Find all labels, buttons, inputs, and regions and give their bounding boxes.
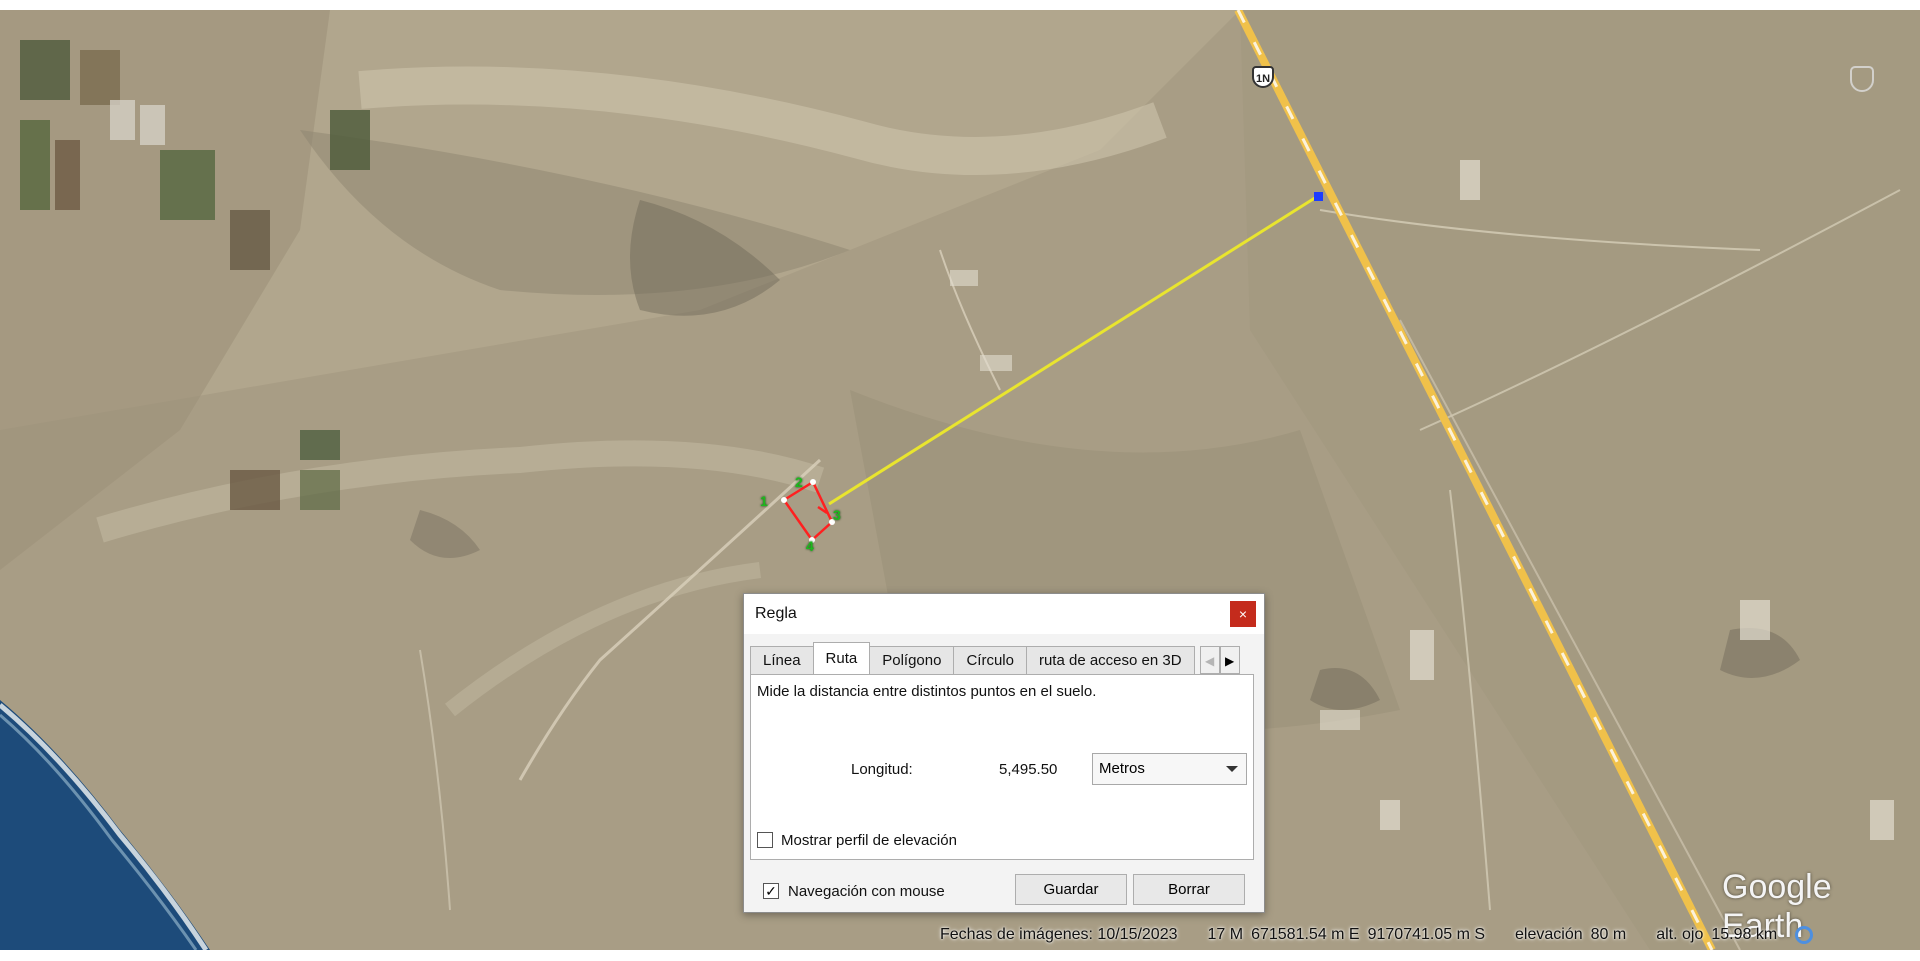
route-point-label: 1 bbox=[760, 493, 768, 509]
route-point-label: 4 bbox=[806, 538, 814, 554]
save-button[interactable]: Guardar bbox=[1015, 874, 1127, 905]
eye-altitude-value: 15.98 km bbox=[1711, 925, 1778, 943]
clear-button[interactable]: Borrar bbox=[1133, 874, 1245, 905]
tab-scroll-right-icon[interactable]: ▶ bbox=[1219, 646, 1240, 674]
cursor-coordinates: 17 M 671581.54 m E 9170741.05 m S bbox=[1208, 926, 1486, 944]
elevation-label: elevación bbox=[1515, 925, 1583, 943]
imagery-date: Fechas de imágenes: 10/15/2023 bbox=[940, 925, 1178, 943]
tab-polygon[interactable]: Polígono bbox=[869, 646, 955, 674]
elevation-readout: elevación 80 m bbox=[1515, 926, 1626, 944]
chevron-down-icon bbox=[1226, 766, 1238, 772]
ruler-dialog: Regla × Línea Ruta Polígono Círculo ruta… bbox=[743, 593, 1265, 913]
dialog-titlebar[interactable]: Regla × bbox=[744, 594, 1264, 634]
tab-circle[interactable]: Círculo bbox=[953, 646, 1027, 674]
eye-altitude-label: alt. ojo bbox=[1656, 925, 1704, 943]
length-label: Longitud: bbox=[851, 761, 913, 778]
coord-zone: 17 M bbox=[1207, 925, 1244, 943]
length-value: 5,495.50 bbox=[999, 761, 1058, 778]
compass-icon[interactable] bbox=[1850, 66, 1874, 92]
tab-line[interactable]: Línea bbox=[750, 646, 814, 674]
route-point-label: 2 bbox=[795, 474, 803, 490]
tab-path[interactable]: Ruta bbox=[812, 642, 871, 674]
elevation-profile-label[interactable]: Mostrar perfil de elevación bbox=[781, 832, 957, 849]
unit-select[interactable]: Metros bbox=[1092, 753, 1247, 785]
tab-scroll-left-icon[interactable]: ◀ bbox=[1199, 646, 1220, 674]
mouse-navigation-label[interactable]: Navegación con mouse bbox=[788, 883, 945, 900]
elevation-value: 80 m bbox=[1590, 925, 1627, 943]
tab-bar: Línea Ruta Polígono Círculo ruta de acce… bbox=[750, 642, 1256, 674]
tool-description: Mide la distancia entre distintos puntos… bbox=[757, 683, 1097, 700]
eye-altitude-readout: alt. ojo 15.98 km bbox=[1656, 926, 1777, 944]
route-point-label: 3 bbox=[833, 507, 841, 523]
tab-panel: Mide la distancia entre distintos puntos… bbox=[750, 674, 1254, 860]
loading-globe-icon bbox=[1795, 925, 1814, 944]
tab-3d-path[interactable]: ruta de acceso en 3D bbox=[1025, 646, 1195, 674]
unit-select-value: Metros bbox=[1099, 760, 1145, 777]
mouse-navigation-checkbox[interactable]: ✓ bbox=[763, 883, 779, 899]
coord-northing: 9170741.05 m S bbox=[1367, 925, 1486, 943]
elevation-profile-checkbox[interactable] bbox=[757, 832, 773, 848]
close-icon[interactable]: × bbox=[1230, 601, 1256, 627]
route-shield-icon: 1N bbox=[1252, 66, 1274, 88]
status-bar: Fechas de imágenes: 10/15/2023 17 M 6715… bbox=[940, 919, 1920, 950]
coord-easting: 671581.54 m E bbox=[1251, 925, 1360, 943]
dialog-title: Regla bbox=[755, 605, 797, 622]
